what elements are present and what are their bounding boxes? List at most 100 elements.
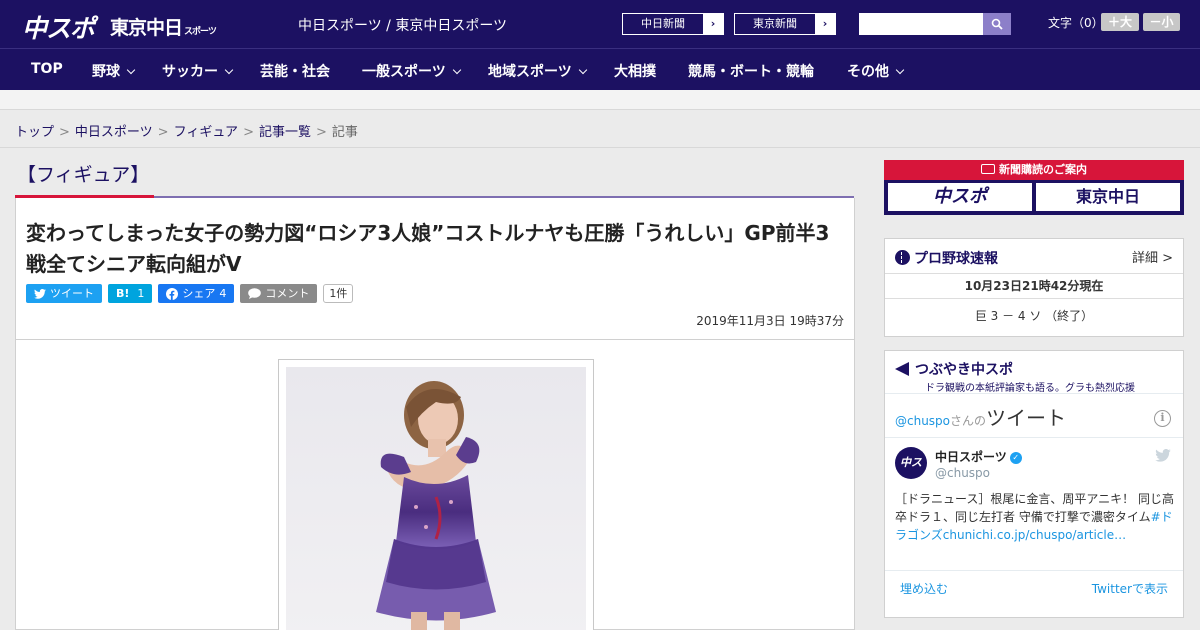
tweets-title: つぶやき中スポ xyxy=(895,359,1013,379)
share-buttons: ツイート B! 1 シェア 4 コメント 1件 xyxy=(26,284,354,303)
chevron-right-icon: › xyxy=(815,14,835,34)
nav-label: 大相撲 xyxy=(614,64,656,80)
newspaper-icon xyxy=(981,164,995,174)
tweet-author-handle[interactable]: @chuspo xyxy=(935,466,990,480)
nav-baseball[interactable]: 野球 xyxy=(92,61,136,81)
nav-label: 野球 xyxy=(92,64,120,80)
subscription-title-text: 新聞購読のご案内 xyxy=(999,163,1087,176)
twitter-widget-handle-suffix: さんの xyxy=(950,414,987,428)
nav-general-sports[interactable]: 一般スポーツ xyxy=(362,61,461,81)
category-heading: 【フィギュア】 xyxy=(17,164,150,186)
site-links[interactable]: 中日スポーツ / 東京中日スポーツ xyxy=(298,15,507,35)
tweet-label: ツイート xyxy=(50,287,94,300)
facebook-share-count: 4 xyxy=(219,287,227,300)
nav-racing[interactable]: 競馬・ボート・競輪 xyxy=(688,61,814,81)
tokyo-shimbun-button[interactable]: 東京新聞 › xyxy=(734,13,836,35)
facebook-icon xyxy=(166,287,179,300)
nav-label: TOP xyxy=(31,61,63,77)
nav-entertainment[interactable]: 芸能・社会 xyxy=(260,61,330,81)
twitter-widget-header: @chuspoさんのツイート xyxy=(895,402,1066,431)
article-body xyxy=(15,339,855,630)
subscription-banner[interactable]: 新聞購読のご案内 中スポ 東京中日 xyxy=(884,160,1184,215)
nav-regional-sports[interactable]: 地域スポーツ xyxy=(488,61,587,81)
comment-label: コメント xyxy=(265,287,310,300)
baseball-title-text: プロ野球速報 xyxy=(914,251,998,267)
article-title: 変わってしまった女子の勢力図“ロシア3人娘”コストルナヤも圧勝「うれしい」GP前… xyxy=(26,221,830,276)
search-input[interactable] xyxy=(859,13,983,35)
breadcrumb-separator: > xyxy=(157,125,169,140)
hatena-bookmark-button[interactable]: B! 1 xyxy=(108,284,153,303)
article-photo-frame xyxy=(278,359,594,630)
search-button[interactable] xyxy=(983,13,1011,35)
nav-sumo[interactable]: 大相撲 xyxy=(614,61,656,81)
twitter-bird-icon[interactable] xyxy=(1155,449,1171,462)
ad-strip xyxy=(0,90,1200,110)
tweet-button[interactable]: ツイート xyxy=(26,284,102,303)
info-icon[interactable]: i xyxy=(1154,410,1171,427)
chevron-down-icon xyxy=(895,65,905,75)
breadcrumb-top[interactable]: トップ xyxy=(15,125,54,140)
nav-other[interactable]: その他 xyxy=(847,61,905,81)
chevron-down-icon xyxy=(126,65,136,75)
comment-button[interactable]: コメント xyxy=(240,284,318,303)
nav-label: 競馬・ボート・競輪 xyxy=(688,64,814,80)
verified-badge-icon: ✓ xyxy=(1009,452,1022,464)
embed-link[interactable]: 埋め込む xyxy=(900,580,948,597)
chevron-down-icon xyxy=(224,65,234,75)
figure-skater-image xyxy=(286,367,586,630)
search-icon xyxy=(991,18,1003,30)
breadcrumb-figure[interactable]: フィギュア xyxy=(174,125,238,140)
tokyo-chunichi-logo[interactable]: 東京中日 スポーツ xyxy=(110,13,217,40)
article-header: 変わってしまった女子の勢力図“ロシア3人娘”コストルナヤも圧勝「うれしい」GP前… xyxy=(15,198,855,340)
chuspo-subscription-logo[interactable]: 中スポ xyxy=(888,183,1032,211)
article-photo[interactable] xyxy=(286,367,586,630)
font-smaller-button[interactable]: －小 xyxy=(1143,13,1180,31)
font-larger-button[interactable]: ＋大 xyxy=(1101,13,1139,31)
avatar[interactable]: 中スポ xyxy=(895,447,927,479)
view-on-twitter-link[interactable]: Twitterで表示 xyxy=(1092,580,1168,597)
breadcrumb-divider xyxy=(0,147,1200,148)
chevron-down-icon xyxy=(578,65,587,75)
top-header: 中スポ 東京中日 スポーツ 中日スポーツ / 東京中日スポーツ 中日新聞 › 東京… xyxy=(0,0,1200,48)
nav-label: 芸能・社会 xyxy=(260,64,330,80)
baseball-score[interactable]: 巨 3 － 4 ソ （終了） xyxy=(885,307,1183,324)
tweet-author-name-text: 中日スポーツ xyxy=(935,450,1007,464)
megaphone-icon xyxy=(895,362,909,376)
breadcrumb-article-list[interactable]: 記事一覧 xyxy=(259,125,311,140)
nav-label: サッカー xyxy=(162,64,218,80)
nav-label: 地域スポーツ xyxy=(488,64,572,80)
twitter-bird-icon xyxy=(34,288,46,299)
chuspo-logo[interactable]: 中スポ xyxy=(22,9,95,45)
article-date: 2019年11月3日 19時37分 xyxy=(696,314,844,328)
chunichi-shimbun-label: 中日新聞 xyxy=(641,17,685,30)
tokyo-logo-text: 東京中日 xyxy=(110,17,183,39)
baseball-detail-link[interactable]: 詳細 > xyxy=(1132,247,1173,266)
breadcrumb-chunichi-sports[interactable]: 中日スポーツ xyxy=(75,125,153,140)
breadcrumb-current: 記事 xyxy=(331,125,358,140)
tokyo-logo-small: スポーツ xyxy=(184,27,217,37)
tokyo-chunichi-subscription-logo[interactable]: 東京中日 xyxy=(1036,183,1180,211)
baseball-updated-time: 10月23日21時42分現在 xyxy=(885,273,1183,299)
nav-top[interactable]: TOP xyxy=(31,61,63,77)
tokyo-shimbun-label: 東京新聞 xyxy=(753,17,797,30)
twitter-widget-footer-divider xyxy=(885,570,1183,571)
nav-soccer[interactable]: サッカー xyxy=(162,61,234,81)
comment-count: 1件 xyxy=(323,284,354,303)
baseball-scores-box: プロ野球速報 詳細 > 10月23日21時42分現在 巨 3 － 4 ソ （終了… xyxy=(884,238,1184,337)
tweet-url-link[interactable]: chunichi.co.jp/chuspo/article… xyxy=(943,528,1126,542)
tweets-title-text: つぶやき中スポ xyxy=(915,362,1013,378)
comment-bubble-icon xyxy=(248,288,262,299)
baseball-title: プロ野球速報 xyxy=(895,248,998,268)
hatena-icon: B! xyxy=(116,287,130,300)
tweets-box: つぶやき中スポ ドラ観戦の本紙評論家も語る。グラも熱烈応援 @chuspoさんの… xyxy=(884,350,1184,618)
tweet-author-name[interactable]: 中日スポーツ ✓ xyxy=(935,448,1022,465)
tweet-text: ［ドラニュース］根尾に金言、周平アニキ！ 同じ高卒ドラ１、同じ左打者 守備で打撃… xyxy=(895,490,1175,544)
chevron-down-icon xyxy=(452,65,461,75)
facebook-share-button[interactable]: シェア 4 xyxy=(158,284,235,303)
subscription-banner-title: 新聞購読のご案内 xyxy=(884,160,1184,180)
breadcrumb-separator: > xyxy=(59,125,70,140)
twitter-widget-handle[interactable]: @chuspo xyxy=(895,414,950,428)
font-size-label: 文字（0） xyxy=(1048,16,1104,30)
chevron-right-icon: › xyxy=(703,14,723,34)
chunichi-shimbun-button[interactable]: 中日新聞 › xyxy=(622,13,724,35)
